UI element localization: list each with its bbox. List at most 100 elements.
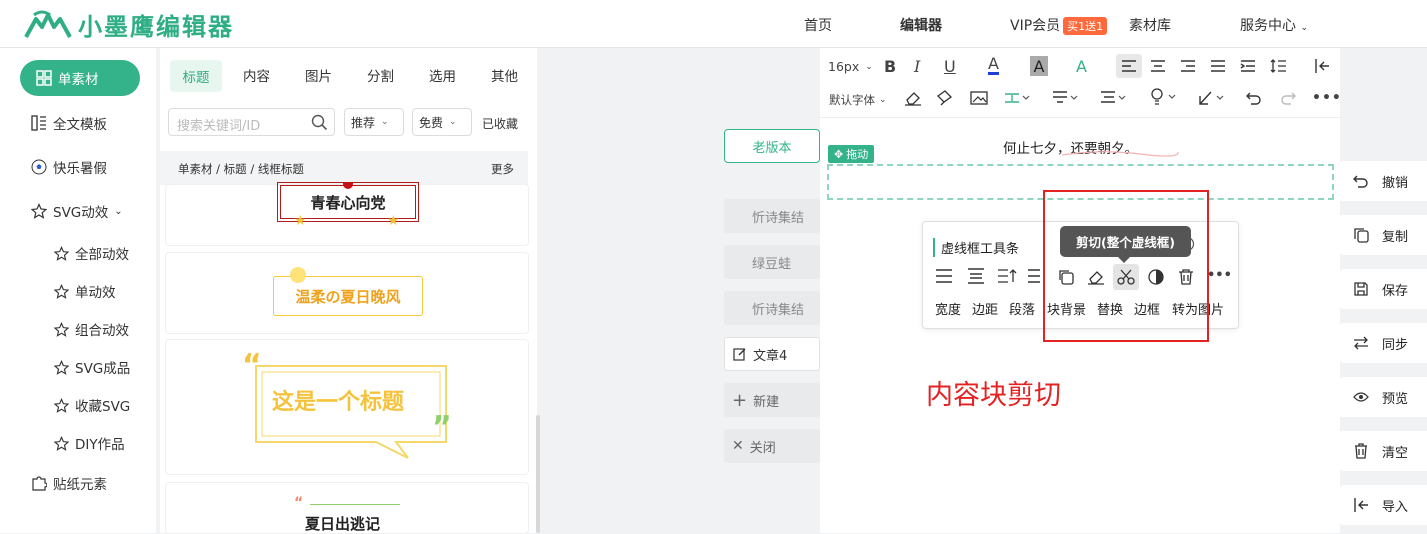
highlight-color-icon[interactable]: A [1030, 56, 1048, 76]
panel-scrollbar[interactable] [536, 415, 540, 533]
sidebar-item-single-material[interactable]: 单素材 [20, 60, 140, 96]
eraser-icon[interactable] [904, 90, 922, 106]
sort-select[interactable]: 推荐 ⌄ [344, 108, 404, 136]
price-select[interactable]: 免费 ⌄ [412, 108, 472, 136]
sidebar-item-stickers[interactable]: 贴纸元素 [30, 473, 107, 493]
old-version-button[interactable]: 老版本 [724, 129, 820, 163]
sidebar-subitem-fav-svg[interactable]: 收藏SVG [52, 395, 130, 415]
bold-icon[interactable]: B [884, 57, 896, 76]
redo-icon[interactable] [1280, 90, 1296, 106]
nav-service[interactable]: 服务中心 ⌄ [1240, 15, 1308, 35]
search-input[interactable]: 搜索关键词/ID [168, 108, 335, 136]
sort-value: 推荐 [351, 115, 376, 130]
more-link[interactable]: 更多 [491, 161, 514, 177]
sidebar-item-full-template[interactable]: 全文模板 [30, 113, 107, 133]
logo[interactable]: 小墨鹰编辑器 [24, 7, 234, 42]
font-color-icon[interactable]: A [988, 56, 999, 75]
nav-home[interactable]: 首页 [804, 15, 832, 35]
text-effect-icon[interactable]: A [1076, 57, 1087, 76]
card-title-text: 这是一个标题 [272, 390, 405, 415]
eagle-logo-icon [24, 10, 72, 38]
annotation-highlight-box [1043, 190, 1209, 342]
justify-icon[interactable] [1210, 59, 1226, 73]
sidebar-subitem-single-effect[interactable]: 单动效 [52, 281, 116, 301]
paragraph-icon[interactable] [997, 268, 1017, 284]
sidebar-item-summer[interactable]: 快乐暑假 [30, 157, 107, 177]
sidebar-item-label: 全部动效 [75, 247, 129, 263]
image-icon[interactable] [970, 90, 988, 106]
arrow-tool-icon[interactable] [1198, 90, 1224, 106]
width-icon[interactable] [935, 268, 953, 284]
save-icon [1352, 281, 1370, 297]
format-painter-icon[interactable] [936, 90, 954, 106]
font-size-value: 16px [828, 59, 860, 74]
nav-vip[interactable]: VIP会员 买1送1 [1010, 15, 1108, 35]
trash-icon [1352, 443, 1370, 459]
paragraph-spacing-icon[interactable] [1052, 90, 1078, 106]
more-options-icon[interactable]: ••• [1312, 90, 1342, 106]
align-right-icon[interactable] [1180, 59, 1196, 73]
italic-icon[interactable]: I [914, 57, 920, 76]
nav-editor[interactable]: 编辑器 [900, 15, 942, 35]
editor-document[interactable]: 16px ⌄ B I U A A A 默认字体 ⌄ ••• 何止七夕，还要朝夕。 ✥… [820, 48, 1342, 533]
material-card[interactable]: 青春心向党 ★ ★ [166, 182, 528, 245]
sidebar-subitem-all-effects[interactable]: 全部动效 [52, 243, 129, 263]
undo-icon[interactable] [1246, 90, 1262, 106]
sidebar-subitem-diy[interactable]: DIY作品 [52, 433, 125, 453]
letter-spacing-icon[interactable] [1100, 90, 1126, 106]
article-item-current[interactable]: 文章4 [724, 337, 820, 371]
indent-icon[interactable] [1240, 59, 1256, 73]
sync-button[interactable]: 同步 [1340, 323, 1427, 363]
star-icon [52, 396, 70, 414]
tab-chosen[interactable]: 选用 [429, 65, 456, 85]
material-card[interactable]: “ ” 这是一个标题 [166, 340, 528, 474]
copy-button[interactable]: 复制 [1340, 215, 1427, 255]
search-icon[interactable] [311, 114, 328, 131]
sidebar-subitem-combo-effect[interactable]: 组合动效 [52, 319, 129, 339]
preview-button[interactable]: 预览 [1340, 377, 1427, 417]
favorites-link[interactable]: 已收藏 [482, 115, 518, 132]
material-card[interactable]: “ 夏日出逃记 [166, 483, 528, 533]
close-article-button[interactable]: ✕ 关闭 [724, 429, 820, 463]
bulb-icon[interactable] [1150, 88, 1176, 106]
article-item[interactable]: 忻诗集结 [724, 291, 820, 325]
sidebar-subitem-svg-products[interactable]: SVG成品 [52, 357, 130, 377]
block-bg-icon[interactable] [1027, 268, 1041, 284]
align-left-icon[interactable] [1116, 54, 1142, 78]
drag-label: 拖动 [846, 148, 869, 161]
article-item[interactable]: 绿豆蛙 [724, 245, 820, 279]
font-family-select[interactable]: 默认字体 ⌄ [829, 92, 887, 108]
tab-content[interactable]: 内容 [243, 65, 270, 85]
sidebar-item-svg-effects[interactable]: SVG动效 ⌄ [30, 201, 123, 221]
material-card[interactable]: 温柔の夏日晚风 [166, 253, 528, 333]
font-family-value: 默认字体 [829, 93, 875, 107]
tab-other[interactable]: 其他 [491, 65, 518, 85]
align-center-icon[interactable] [1150, 59, 1166, 73]
tab-image[interactable]: 图片 [305, 65, 332, 85]
tab-divider[interactable]: 分割 [367, 65, 394, 85]
toolbar-label-width[interactable]: 宽度 [935, 299, 961, 318]
toolbar-label-paragraph[interactable]: 段落 [1009, 299, 1035, 318]
template-icon [30, 114, 48, 132]
clear-button[interactable]: 清空 [1340, 431, 1427, 471]
exit-icon[interactable] [1314, 58, 1330, 74]
undo-button[interactable]: 撤销 [1340, 161, 1427, 201]
line-height-icon[interactable] [1270, 59, 1292, 73]
new-article-button[interactable]: + 新建 [724, 383, 820, 417]
tab-title[interactable]: 标题 [170, 60, 222, 92]
drag-handle[interactable]: ✥ 拖动 [828, 145, 875, 163]
underline-icon[interactable]: U [944, 57, 956, 76]
spacing-icon[interactable] [1004, 90, 1030, 106]
quote-decoration-icon: “ [294, 495, 304, 511]
article-item[interactable]: 忻诗集结 [724, 199, 820, 233]
copy-label: 复制 [1382, 229, 1409, 245]
nav-library[interactable]: 素材库 [1129, 15, 1171, 35]
font-size-select[interactable]: 16px ⌄ [828, 59, 873, 74]
sidebar-item-label: 收藏SVG [75, 399, 131, 415]
toolbar-label-margin[interactable]: 边距 [972, 299, 998, 318]
margin-icon[interactable] [967, 268, 985, 284]
card-title-text: 夏日出逃记 [305, 515, 381, 533]
save-button[interactable]: 保存 [1340, 269, 1427, 309]
import-button[interactable]: 导入 [1340, 485, 1427, 525]
more-options-icon[interactable]: ••• [1207, 268, 1232, 283]
